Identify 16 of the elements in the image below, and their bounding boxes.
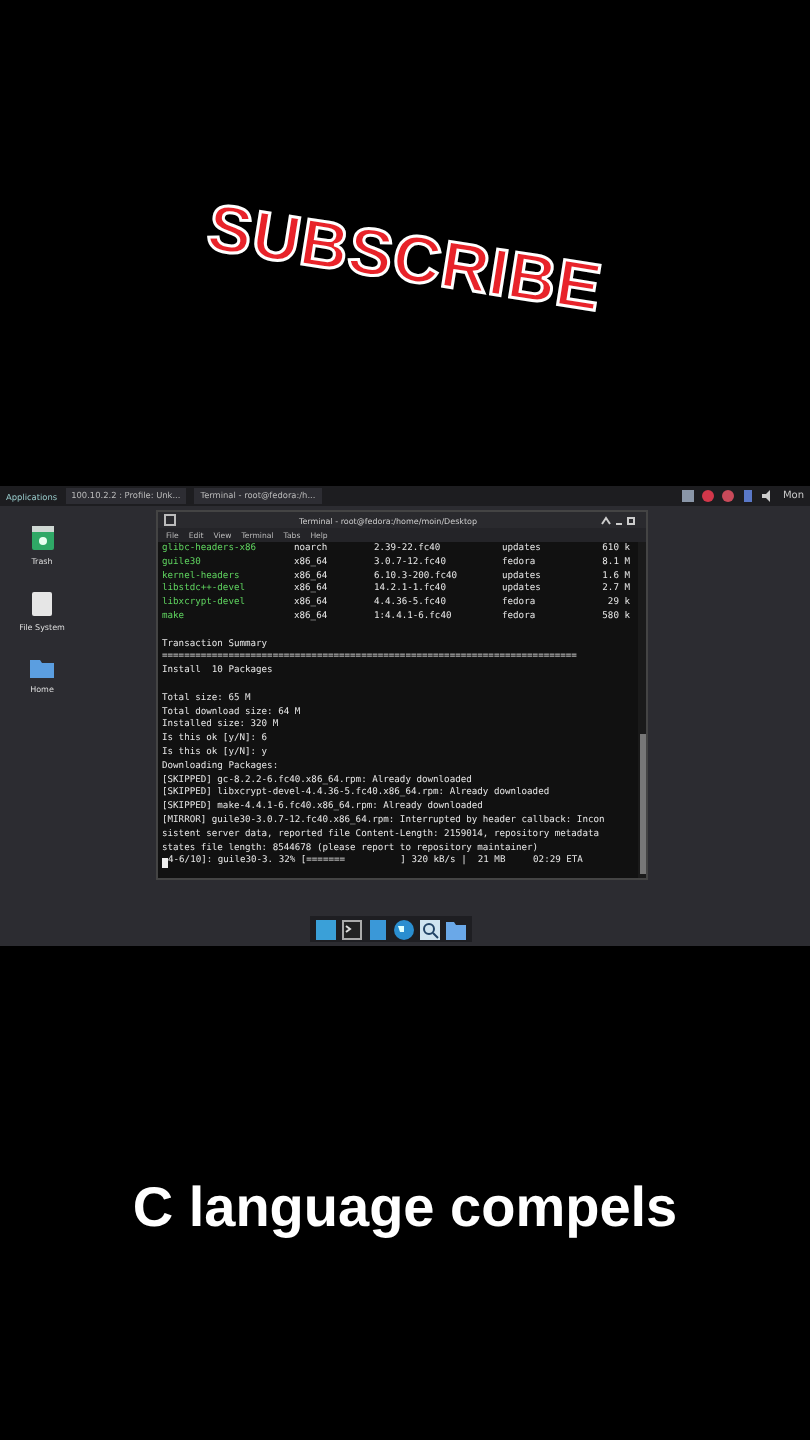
volume-icon[interactable] bbox=[762, 490, 775, 502]
scrollbar-thumb[interactable] bbox=[639, 734, 645, 874]
trash-icon[interactable] bbox=[31, 526, 53, 550]
terminal-icon[interactable] bbox=[342, 919, 362, 939]
record-icon[interactable] bbox=[702, 490, 715, 502]
file-icon[interactable] bbox=[368, 919, 388, 939]
folder-icon[interactable] bbox=[446, 919, 466, 939]
globe-icon[interactable] bbox=[394, 919, 414, 939]
folder-icon[interactable] bbox=[30, 658, 54, 678]
window-icon[interactable] bbox=[316, 919, 336, 939]
subscribe-text: SUBSCRIBE bbox=[202, 189, 608, 327]
terminal-icon bbox=[164, 514, 176, 526]
window-controls-icon[interactable] bbox=[600, 515, 640, 525]
cursor-icon bbox=[162, 858, 168, 869]
search-icon[interactable] bbox=[420, 919, 440, 939]
caption-text: C language compels bbox=[132, 1176, 678, 1242]
